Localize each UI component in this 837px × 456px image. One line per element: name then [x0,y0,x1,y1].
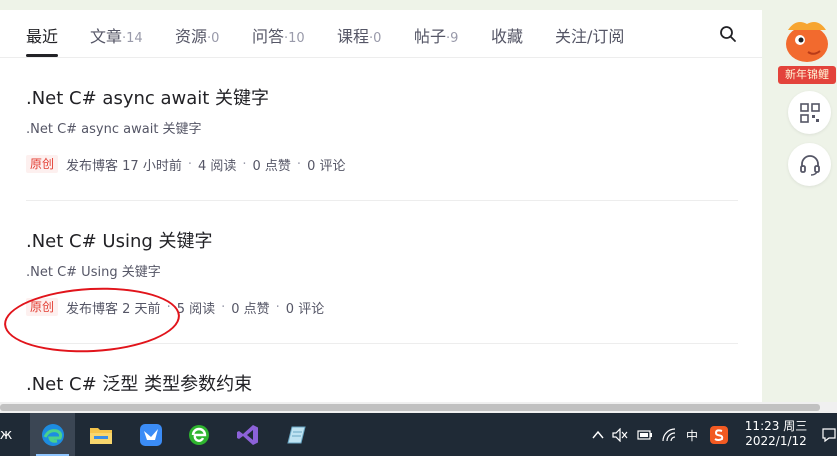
meta-separator: · [221,299,226,315]
original-badge: 原创 [26,155,59,173]
search-button[interactable] [718,24,738,44]
volume-muted-icon [612,428,628,442]
taskbar-360-browser[interactable] [176,413,221,456]
article-item[interactable]: .Net C# async await 关键字 .Net C# async aw… [26,84,738,174]
meta-separator: · [296,156,302,172]
chevron-up-icon [592,430,604,439]
wifi-icon [662,428,676,442]
taskbar-file-explorer[interactable] [78,413,123,456]
meta-separator: · [187,156,192,172]
customer-service-button[interactable] [788,143,831,186]
search-icon [720,26,736,42]
green-globe-icon [188,424,209,445]
koi-fish-icon [786,22,828,62]
qr-code-icon [799,102,820,123]
tab-resources[interactable]: 资源·0 [175,23,219,47]
headset-icon [799,154,820,176]
article-item[interactable]: .Net C# 泛型 类型参数约束 [26,370,738,396]
tab-posts[interactable]: 帖子·9 [414,23,458,47]
tab-recent[interactable]: 最近 [26,23,58,47]
folder-icon [89,427,112,444]
battery-icon [637,430,652,440]
taskbar-left-edge: ж [0,427,13,443]
visual-studio-icon [236,424,258,445]
notepad-icon [286,426,306,443]
page: 最近 文章·14 资源·0 问答·10 课程·0 帖子·9 收藏 关注/订阅 .… [0,0,837,456]
read-count: 4 阅读 [197,158,237,174]
read-count: 5 阅读 [176,301,216,317]
taskbar-notepad-app[interactable] [273,413,318,456]
taskbar-visual-studio[interactable] [225,413,270,456]
promo-label: 新年锦鲤 [778,66,836,84]
article-description: .Net C# async await 关键字 [26,122,202,137]
meta-separator: · [275,299,280,315]
edge-browser-icon [41,423,64,446]
comment-count: 0 评论 [285,301,325,317]
publish-time: 发布博客 17 小时前 [66,158,182,174]
tray-wifi[interactable] [661,426,677,444]
tray-notifications[interactable] [820,426,837,444]
clock-date: 2022/1/12 [745,434,807,448]
horizontal-scrollbar[interactable] [0,402,837,413]
tray-clock[interactable]: 11:23 周三 2022/1/12 [742,419,810,449]
article-description: .Net C# Using 关键字 [26,265,161,280]
like-count: 0 点赞 [231,301,270,317]
scrollbar-thumb[interactable] [0,404,820,411]
tab-qa[interactable]: 问答·10 [252,23,305,47]
tray-sogou-ime[interactable] [710,426,728,444]
meta-separator: · [242,156,247,172]
tab-courses[interactable]: 课程·0 [337,23,381,47]
tray-volume[interactable] [612,426,628,444]
tab-favorites[interactable]: 收藏 [491,23,523,47]
new-year-koi-promo[interactable]: 新年锦鲤 [778,16,836,86]
article-divider [26,200,738,201]
qr-code-button[interactable] [788,91,831,134]
tab-following[interactable]: 关注/订阅 [555,23,624,47]
tray-input-method[interactable]: 中 [683,426,701,444]
tab-bar: 最近 文章·14 资源·0 问答·10 课程·0 帖子·9 收藏 关注/订阅 [0,10,762,58]
tab-articles[interactable]: 文章·14 [90,23,143,47]
article-meta: 原创 发布博客 17 小时前 · 4 阅读 · 0 点赞 · 0 评论 [26,154,345,174]
article-title[interactable]: .Net C# Using 关键字 [26,227,738,253]
clock-time: 11:23 周三 [744,419,808,433]
tray-show-hidden[interactable] [590,426,606,444]
article-title[interactable]: .Net C# 泛型 类型参数约束 [26,370,738,396]
tray-battery[interactable] [637,426,653,444]
notification-icon [821,428,836,443]
article-item[interactable]: .Net C# Using 关键字 .Net C# Using 关键字 原创 发… [26,227,738,317]
sogou-ime-icon [710,426,728,444]
bird-app-icon [139,423,162,446]
like-count: 0 点赞 [252,158,291,174]
taskbar-edge-browser[interactable] [30,413,75,456]
article-title[interactable]: .Net C# async await 关键字 [26,84,738,110]
comment-count: 0 评论 [307,158,346,174]
taskbar-feishu[interactable] [128,413,173,456]
active-tab-indicator [26,54,58,57]
taskbar: ж 中 11:23 周三 2022/1/12 [0,413,837,456]
